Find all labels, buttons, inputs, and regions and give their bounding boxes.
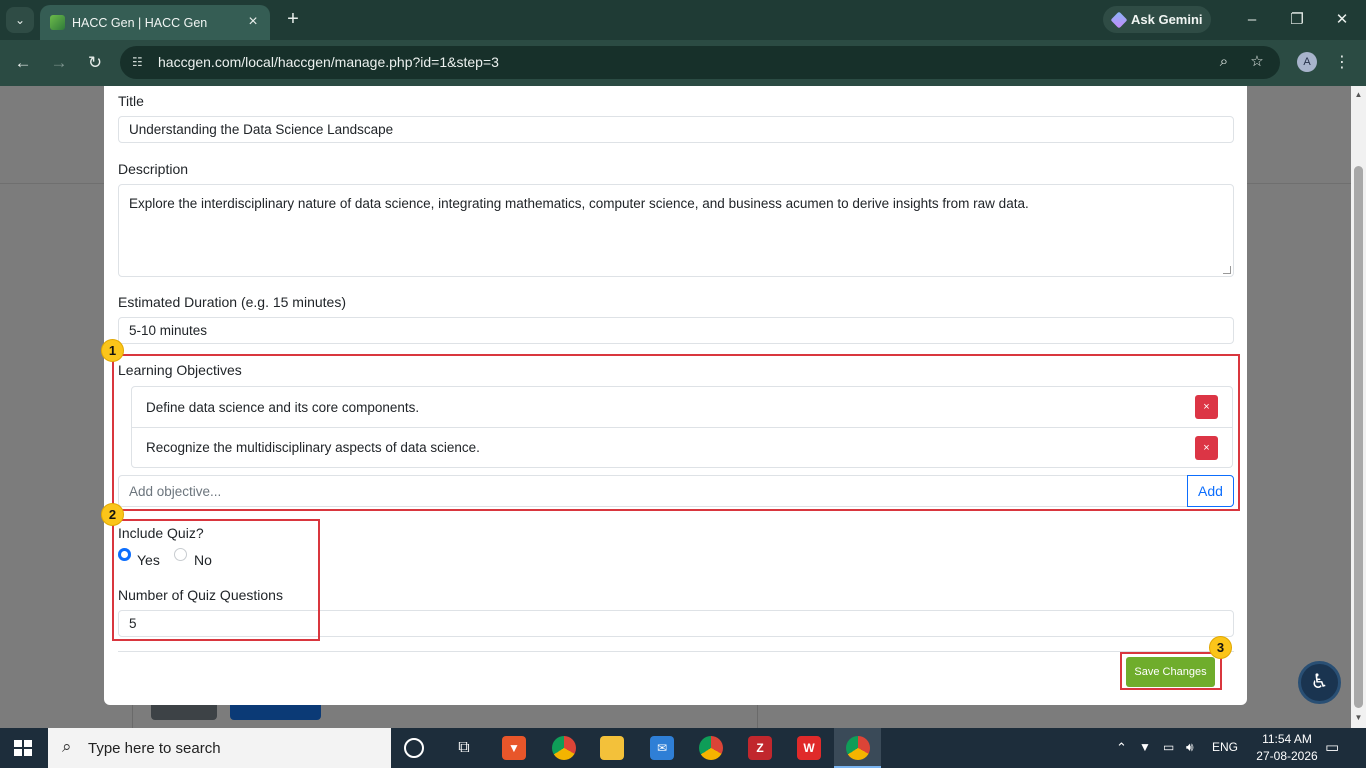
address-bar[interactable]: ☷ haccgen.com/local/haccgen/manage.php?i… (120, 46, 1280, 79)
title-input[interactable]: Understanding the Data Science Landscape (118, 116, 1234, 143)
clock-time: 11:54 AM (1262, 732, 1312, 746)
annotation-badge: 2 (101, 503, 124, 526)
browser-menu-icon[interactable]: ⋮ (1334, 52, 1350, 74)
annotation-box-objectives (112, 354, 1240, 511)
site-settings-icon[interactable]: ☷ (132, 55, 146, 69)
wps-office-icon[interactable]: W (797, 736, 821, 760)
cortana-icon[interactable] (404, 738, 424, 758)
windows-start-icon[interactable] (14, 740, 32, 756)
back-icon[interactable]: ← (12, 52, 34, 74)
task-view-icon[interactable]: ⧉ (452, 736, 476, 760)
annotation-badge: 1 (101, 339, 124, 362)
taskbar-clock[interactable]: 11:54 AM 27-08-2026 (1252, 731, 1322, 765)
reload-icon[interactable]: ↻ (84, 52, 106, 74)
forward-icon[interactable]: → (48, 52, 70, 74)
restore-icon[interactable]: ❐ (1284, 7, 1310, 33)
page-scrollbar[interactable]: ▲ ▼ (1351, 86, 1366, 728)
taskbar-search-box[interactable]: ⌕ Type here to search (48, 728, 391, 768)
zoom-icon[interactable]: ⌕ (1215, 53, 1233, 71)
description-label: Description (118, 161, 189, 177)
close-window-icon[interactable]: ✕ (1329, 7, 1355, 33)
close-tab-icon[interactable]: × (244, 13, 262, 31)
notification-icon[interactable]: ▭ (1325, 738, 1339, 756)
resize-handle[interactable] (1223, 266, 1231, 274)
tray-overflow-icon[interactable]: ⌃ (1116, 740, 1127, 756)
bookmark-star-icon[interactable]: ☆ (1248, 53, 1266, 71)
accessibility-icon[interactable]: ♿ (1298, 661, 1341, 704)
site-favicon-icon (50, 15, 65, 30)
annotation-box-save (1120, 652, 1222, 690)
volume-icon[interactable]: 🔊︎ (1186, 740, 1194, 755)
scroll-thumb[interactable] (1354, 166, 1363, 708)
title-label: Title (118, 93, 144, 109)
chrome-active-icon (846, 736, 870, 760)
scroll-up-icon[interactable]: ▲ (1354, 91, 1363, 99)
mail-icon[interactable]: ✉ (650, 736, 674, 760)
minimize-icon[interactable]: – (1239, 7, 1265, 33)
ask-gemini-label: Ask Gemini (1131, 12, 1203, 27)
duration-input[interactable]: 5-10 minutes (118, 317, 1234, 344)
file-explorer-icon[interactable] (600, 736, 624, 760)
scroll-down-icon[interactable]: ▼ (1354, 714, 1363, 722)
chrome-icon[interactable] (552, 736, 576, 760)
tray-app-icon[interactable]: ▼ (1139, 740, 1151, 754)
brave-browser-icon[interactable]: ▼ (502, 736, 526, 760)
taskbar-search-text: Type here to search (88, 739, 221, 757)
filezilla-icon[interactable]: Z (748, 736, 772, 760)
duration-label: Estimated Duration (e.g. 15 minutes) (118, 294, 346, 310)
gemini-icon (1110, 11, 1128, 28)
language-indicator[interactable]: ENG (1212, 740, 1238, 754)
browser-tab[interactable]: HACC Gen | HACC Gen × (40, 5, 270, 40)
new-tab-icon[interactable]: + (282, 8, 304, 30)
network-icon[interactable]: ▭ (1163, 740, 1174, 754)
browser-tab-bar: ⌄ HACC Gen | HACC Gen × + Ask Gemini – ❐… (0, 0, 1366, 40)
chrome-profile-icon[interactable] (699, 736, 723, 760)
footer-divider (118, 651, 1234, 652)
active-taskbar-item[interactable] (834, 728, 881, 768)
clock-date: 27-08-2026 (1256, 749, 1318, 763)
description-textarea[interactable]: Explore the interdisciplinary nature of … (118, 184, 1234, 277)
windows-taskbar: ⌕ Type here to search ⧉ ▼ ✉ Z W ⌃ ▼ ▭ 🔊︎… (0, 728, 1366, 768)
browser-toolbar: ← → ↻ ☷ haccgen.com/local/haccgen/manage… (0, 40, 1366, 86)
annotation-badge: 3 (1209, 636, 1232, 659)
url-text[interactable]: haccgen.com/local/haccgen/manage.php?id=… (158, 54, 499, 70)
description-text: Explore the interdisciplinary nature of … (129, 196, 1029, 211)
ask-gemini-button[interactable]: Ask Gemini (1103, 6, 1211, 33)
profile-avatar[interactable]: A (1297, 52, 1317, 72)
tab-title: HACC Gen | HACC Gen (72, 15, 208, 30)
annotation-box-quiz (112, 519, 320, 641)
tab-search-button[interactable]: ⌄ (6, 7, 34, 33)
search-icon: ⌕ (62, 737, 72, 756)
